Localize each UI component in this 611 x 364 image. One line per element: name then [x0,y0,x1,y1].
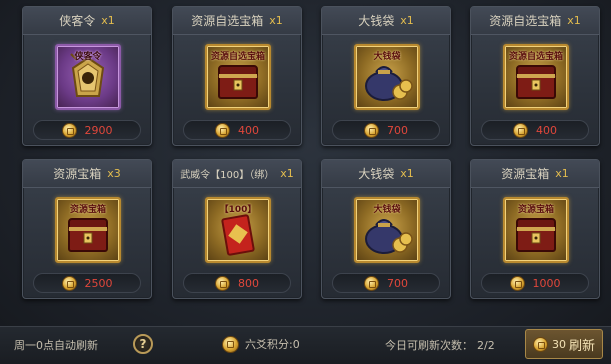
coin-icon [61,275,77,291]
shop-item-card[interactable]: 资源自选宝箱 x1 资源自选宝箱 400 [172,6,302,146]
item-icon-label: 资源宝箱 [69,205,106,215]
item-icon-label: 大钱袋 [373,205,401,215]
item-quantity: x1 [101,14,115,27]
item-name: 资源宝箱 [53,167,102,181]
item-price: 2500 [33,273,141,293]
shop-item-card[interactable]: 侠客令 x1 侠客令 2900 [22,6,152,146]
item-title: 资源自选宝箱 x1 [471,7,599,35]
item-name: 资源自选宝箱 [489,14,562,28]
shop-item-card[interactable]: 大钱袋 x1 大钱袋 700 [321,6,451,146]
coin-icon [513,122,528,138]
item-icon-label: 大钱袋 [373,52,401,62]
refresh-coin-icon [532,336,548,352]
price-value: 700 [387,123,408,137]
item-icon-redenvelope[interactable]: 【100】 [205,197,271,263]
coin-icon [509,275,525,291]
item-price: 1000 [481,273,589,293]
item-icon-chest[interactable]: 资源自选宝箱 [205,44,271,110]
points-text: 六爻积分:0 [245,338,300,351]
item-quantity: x1 [400,167,414,180]
item-icon-chest[interactable]: 资源自选宝箱 [503,44,569,110]
price-value: 700 [387,276,408,290]
item-price: 700 [332,273,440,293]
item-icon-label: 侠客令 [74,52,102,62]
item-icon-chest[interactable]: 资源宝箱 [503,197,569,263]
coin-icon [364,275,379,291]
item-quantity: x1 [555,167,569,180]
item-price: 700 [332,120,440,140]
refresh-count-label: 今日可刷新次数： [385,339,473,352]
price-value: 400 [536,123,557,137]
item-quantity: x3 [107,167,121,180]
item-price: 400 [481,120,589,140]
item-quantity: x1 [280,167,294,180]
shop-item-card[interactable]: 资源宝箱 x1 资源宝箱 1000 [470,159,600,299]
price-value: 2500 [84,276,113,290]
coin-icon [61,122,77,138]
item-title: 资源自选宝箱 x1 [173,7,301,35]
item-name: 武威令【100】（绑） [180,170,275,181]
price-value: 2900 [84,123,113,137]
help-icon[interactable]: ? [133,334,153,354]
refresh-cost: 30 [551,337,566,351]
shop-item-card[interactable]: 资源自选宝箱 x1 资源自选宝箱 400 [470,6,600,146]
item-name: 大钱袋 [358,14,395,28]
coin-icon [215,122,230,138]
shop-item-card[interactable]: 大钱袋 x1 大钱袋 700 [321,159,451,299]
refresh-count: 今日可刷新次数： 2/2 [385,337,495,353]
item-quantity: x1 [567,14,581,27]
price-value: 400 [238,123,259,137]
item-name: 资源宝箱 [501,167,550,181]
refresh-button[interactable]: 30 刷新 [525,329,603,359]
item-icon-label: 资源自选宝箱 [508,52,563,62]
item-title: 侠客令 x1 [23,7,151,35]
item-icon-label: 资源宝箱 [517,205,554,215]
item-name: 侠客令 [59,14,96,28]
item-icon-label: 【100】 [219,205,257,215]
refresh-label: 刷新 [568,338,595,354]
item-title: 武威令【100】（绑） x1 [173,160,301,188]
price-value: 800 [238,276,259,290]
item-title: 资源宝箱 x3 [23,160,151,188]
item-icon-label: 资源自选宝箱 [210,52,265,62]
item-quantity: x1 [269,14,283,27]
item-title: 资源宝箱 x1 [471,160,599,188]
item-name: 大钱袋 [358,167,395,181]
item-icon-moneybag[interactable]: 大钱袋 [354,197,420,263]
points-coin-icon [222,335,239,353]
shop-item-card[interactable]: 资源宝箱 x3 资源宝箱 2500 [22,159,152,299]
item-price: 800 [183,273,291,293]
points-display: 六爻积分:0 [222,334,300,354]
item-price: 400 [183,120,291,140]
item-title: 大钱袋 x1 [322,160,450,188]
item-icon-chest[interactable]: 资源宝箱 [55,197,121,263]
shop-item-card[interactable]: 武威令【100】（绑） x1 【100】 800 [172,159,302,299]
item-name: 资源自选宝箱 [191,14,264,28]
refresh-count-value: 2/2 [477,339,495,352]
item-price: 2900 [33,120,141,140]
item-icon-token[interactable]: 侠客令 [55,44,121,110]
shop-grid: 侠客令 x1 侠客令 2900 资源自选宝箱 x1 资源自选宝箱 400 大钱袋 x1 大钱袋 700… [22,6,600,306]
auto-refresh-text: 周一0点自动刷新 [14,339,98,352]
item-quantity: x1 [400,14,414,27]
item-title: 大钱袋 x1 [322,7,450,35]
price-value: 1000 [532,276,561,290]
coin-icon [215,275,230,291]
item-icon-moneybag[interactable]: 大钱袋 [354,44,420,110]
coin-icon [364,122,379,138]
